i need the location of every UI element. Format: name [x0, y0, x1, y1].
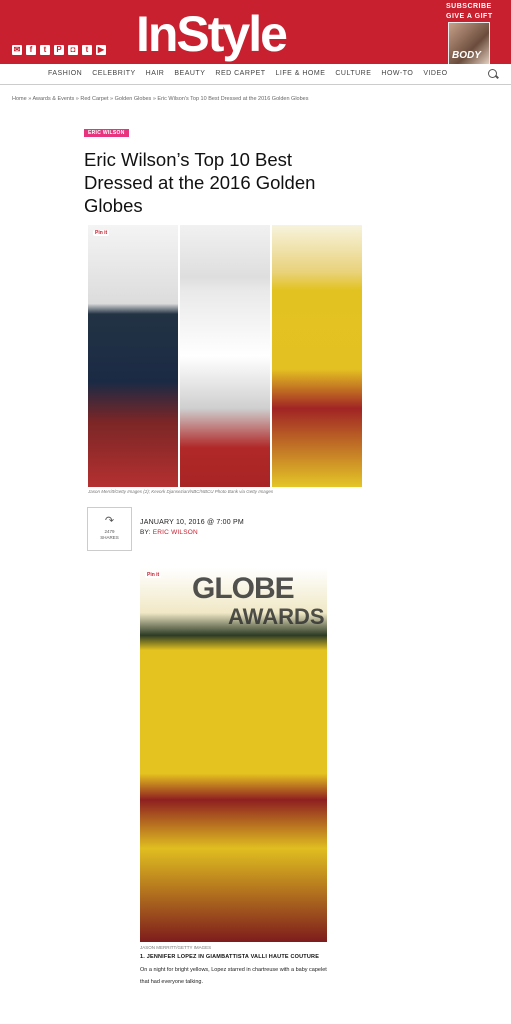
site-logo[interactable]: InStyle [136, 4, 288, 64]
youtube-icon[interactable]: ▶ [96, 45, 106, 55]
article-title: Eric Wilson’s Top 10 Best Dressed at the… [84, 149, 316, 216]
give-gift-label[interactable]: GIVE A GIFT [446, 12, 506, 22]
subscribe-link[interactable]: SUBSCRIBE GIVE A GIFT [446, 2, 506, 22]
facebook-icon[interactable]: f [26, 45, 36, 55]
pin-it-button[interactable]: Pin it [145, 572, 162, 578]
nav-item-red-carpet[interactable]: RED CARPET [215, 64, 265, 84]
site-header: ✉ f t P ◘ t ▶ InStyle SUBSCRIBE GIVE A G… [0, 0, 511, 66]
byline: BY: ERIC WILSON [140, 529, 198, 536]
backdrop-globe-text: GLOBE [192, 572, 295, 605]
hero-image[interactable]: Pin it [88, 225, 362, 487]
search-icon[interactable] [488, 69, 497, 78]
backdrop-awards-text: AWARDS [228, 604, 325, 629]
nav-item-culture[interactable]: CULTURE [335, 64, 371, 84]
mail-icon[interactable]: ✉ [12, 45, 22, 55]
breadcrumb[interactable]: Home » Awards & Events » Red Carpet » Go… [12, 96, 308, 102]
hero-photo-julianne-moore: Pin it [88, 225, 178, 487]
publish-date: JANUARY 10, 2016 @ 7:00 PM [140, 519, 244, 526]
by-label: BY: [140, 529, 153, 536]
pin-it-button[interactable]: Pin it [93, 230, 110, 236]
instagram-icon[interactable]: ◘ [68, 45, 78, 55]
slide-photo-credit: JASON MERRITT/GETTY IMAGES [140, 945, 212, 950]
cover-title: BODY [452, 50, 481, 61]
hero-photo-jennifer-lopez [272, 225, 362, 487]
hero-photo-alicia-vikander [180, 225, 270, 487]
nav-item-beauty[interactable]: BEAUTY [174, 64, 205, 84]
slide-heading: 1. JENNIFER LOPEZ IN GIAMBATTISTA VALLI … [140, 954, 320, 960]
twitter-icon[interactable]: t [40, 45, 50, 55]
nav-item-video[interactable]: VIDEO [423, 64, 447, 84]
hero-photo-credit: Jason Merritt/Getty Images (2); Kevork D… [88, 489, 274, 494]
author-tag[interactable]: ERIC WILSON [84, 129, 129, 137]
share-button[interactable]: ↷ 2479 SHARES [87, 507, 132, 551]
author-link[interactable]: ERIC WILSON [153, 529, 198, 536]
nav-item-hair[interactable]: HAIR [146, 64, 165, 84]
pinterest-icon[interactable]: P [54, 45, 64, 55]
nav-item-celebrity[interactable]: CELEBRITY [92, 64, 135, 84]
slide-description: On a night for bright yellows, Lopez sta… [140, 967, 327, 985]
nav-item-fashion[interactable]: FASHION [48, 64, 82, 84]
share-arrow-icon: ↷ [104, 515, 115, 527]
tumblr-icon[interactable]: t [82, 45, 92, 55]
nav-item-life-home[interactable]: LIFE & HOME [276, 64, 326, 84]
social-links: ✉ f t P ◘ t ▶ [12, 45, 106, 55]
share-label: SHARES [100, 535, 119, 540]
main-nav: FASHION CELEBRITY HAIR BEAUTY RED CARPET… [0, 64, 511, 85]
slide-photo[interactable]: Pin it GLOBE AWARDS [140, 568, 327, 942]
subscribe-label[interactable]: SUBSCRIBE [446, 2, 506, 12]
nav-item-how-to[interactable]: HOW-TO [381, 64, 413, 84]
